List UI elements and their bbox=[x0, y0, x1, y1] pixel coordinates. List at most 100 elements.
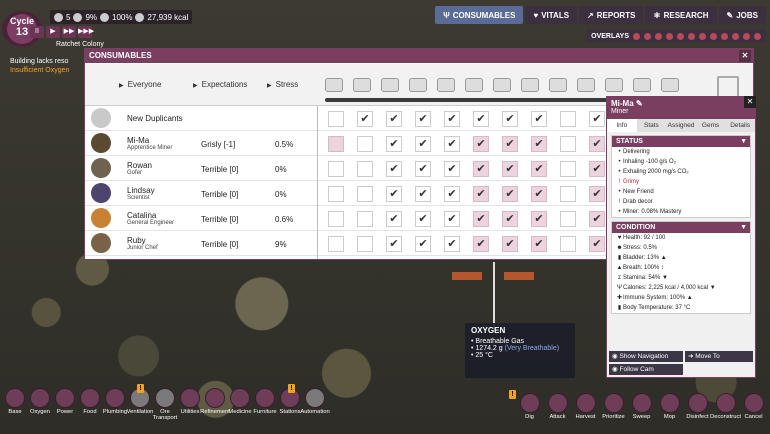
food-permission-checkbox[interactable]: ✔ bbox=[589, 211, 605, 227]
food-permission-checkbox[interactable]: ✔ bbox=[531, 186, 547, 202]
food-permission-checkbox[interactable] bbox=[357, 161, 373, 177]
close-icon[interactable]: ✕ bbox=[744, 96, 756, 108]
food-permission-checkbox[interactable]: ✔ bbox=[531, 111, 547, 127]
food-permission-checkbox[interactable] bbox=[357, 136, 373, 152]
condition-item[interactable]: ▮ Bladder: 13% ▲ bbox=[612, 253, 750, 263]
pepper-bread-icon[interactable] bbox=[493, 78, 511, 92]
food-permission-checkbox[interactable]: ✔ bbox=[444, 211, 460, 227]
tool-dig-button[interactable]: Dig bbox=[517, 393, 542, 420]
show-navigation-button[interactable]: ◉ Show Navigation bbox=[609, 351, 683, 362]
food-permission-checkbox[interactable]: ✔ bbox=[444, 161, 460, 177]
build-refinement-button[interactable]: Refinement bbox=[200, 388, 230, 421]
food-permission-checkbox[interactable]: ✔ bbox=[386, 186, 402, 202]
food-permission-checkbox[interactable]: ✔ bbox=[415, 236, 431, 252]
speed-2-button[interactable]: ▶▶ bbox=[62, 26, 76, 38]
build-automation-button[interactable]: Automation bbox=[300, 388, 330, 421]
food-permission-checkbox[interactable]: ✔ bbox=[589, 111, 605, 127]
resize-icon[interactable] bbox=[717, 76, 739, 98]
food-permission-checkbox[interactable]: ✔ bbox=[473, 236, 489, 252]
tool-sweep-button[interactable]: Sweep bbox=[629, 393, 654, 420]
food-permission-checkbox[interactable] bbox=[357, 186, 373, 202]
berry-icon[interactable] bbox=[409, 78, 427, 92]
condition-item[interactable]: ΨCalories: 2,225 kcal / 4,000 kcal ▼ bbox=[612, 283, 750, 293]
food-permission-checkbox[interactable]: ✔ bbox=[473, 186, 489, 202]
tab-info[interactable]: Info bbox=[607, 119, 637, 132]
food-permission-checkbox[interactable]: ✔ bbox=[386, 136, 402, 152]
build-ore-transport-button[interactable]: Ore Transport bbox=[153, 388, 177, 421]
food-permission-checkbox[interactable]: ✔ bbox=[386, 211, 402, 227]
food-permission-checkbox[interactable] bbox=[357, 236, 373, 252]
food-permission-checkbox[interactable] bbox=[560, 111, 576, 127]
food-permission-checkbox[interactable]: ✔ bbox=[502, 136, 518, 152]
liceloaf-icon[interactable] bbox=[465, 78, 483, 92]
food-permission-checkbox[interactable]: ✔ bbox=[531, 161, 547, 177]
condition-item[interactable]: ▮ Body Temperature: 37 °C bbox=[612, 303, 750, 313]
surf-turf-icon[interactable] bbox=[605, 78, 623, 92]
tool-harvest-button[interactable]: Harvest bbox=[573, 393, 598, 420]
tab-details[interactable]: Details bbox=[725, 119, 755, 132]
food-permission-checkbox[interactable] bbox=[560, 161, 576, 177]
food-permission-checkbox[interactable]: ✔ bbox=[502, 211, 518, 227]
stew-icon[interactable] bbox=[549, 78, 567, 92]
status-header[interactable]: STATUS ▼ bbox=[612, 136, 750, 147]
duplicant-name[interactable]: Ruby bbox=[127, 236, 146, 245]
condition-item[interactable]: z Stamina: 54% ▼ bbox=[612, 273, 750, 283]
frost-burger-icon[interactable] bbox=[633, 78, 651, 92]
food-permission-checkbox[interactable]: ✔ bbox=[415, 161, 431, 177]
food-permission-checkbox[interactable]: ✔ bbox=[531, 236, 547, 252]
food-permission-checkbox[interactable]: ✔ bbox=[473, 161, 489, 177]
tab-stats[interactable]: Stats bbox=[637, 119, 667, 132]
duplicant-name[interactable]: Mi-Ma bbox=[127, 136, 149, 145]
tab-gems[interactable]: Gems bbox=[696, 119, 726, 132]
food-permission-checkbox[interactable]: ✔ bbox=[386, 111, 402, 127]
collapse-icon[interactable]: ▼ bbox=[740, 222, 747, 233]
overlay-rooms-icon[interactable] bbox=[743, 32, 750, 40]
overlay-farming-icon[interactable] bbox=[732, 32, 739, 40]
food-permission-checkbox[interactable]: ✔ bbox=[502, 236, 518, 252]
food-permission-checkbox[interactable] bbox=[328, 111, 344, 127]
food-permission-checkbox[interactable]: ✔ bbox=[589, 236, 605, 252]
alert-item[interactable]: Insufficient Oxygen bbox=[10, 67, 69, 74]
nav-reports[interactable]: ↗ REPORTS bbox=[579, 6, 644, 24]
overlay-light-icon[interactable] bbox=[677, 32, 684, 40]
food-permission-checkbox[interactable]: ✔ bbox=[357, 111, 373, 127]
food-permission-checkbox[interactable] bbox=[328, 136, 344, 152]
overlay-priorities-icon[interactable] bbox=[754, 32, 761, 40]
build-oxygen-button[interactable]: Oxygen bbox=[29, 388, 51, 421]
food-permission-checkbox[interactable]: ✔ bbox=[444, 186, 460, 202]
condition-header[interactable]: CONDITION ▼ bbox=[612, 222, 750, 233]
food-permission-checkbox[interactable]: ✔ bbox=[444, 236, 460, 252]
alert-item[interactable]: Building lacks reso bbox=[10, 58, 69, 65]
food-permission-checkbox[interactable] bbox=[560, 186, 576, 202]
tool-deconstruct-button[interactable]: Deconstruct bbox=[710, 393, 741, 420]
nav-vitals[interactable]: ♥ VITALS bbox=[525, 6, 578, 24]
move-to-button[interactable]: ➜ Move To bbox=[685, 351, 753, 362]
build-food-button[interactable]: Food bbox=[79, 388, 101, 421]
food-permission-checkbox[interactable] bbox=[357, 211, 373, 227]
bar-icon[interactable] bbox=[437, 78, 455, 92]
tool-prioritize-button[interactable]: Prioritize bbox=[601, 393, 626, 420]
duplicant-name[interactable]: Rowan bbox=[127, 161, 152, 170]
duplicant-name[interactable]: Catalina bbox=[127, 211, 156, 220]
pause-button[interactable]: II bbox=[30, 26, 44, 38]
duplicant-name[interactable]: Lindsay bbox=[127, 186, 155, 195]
food-permission-checkbox[interactable] bbox=[328, 236, 344, 252]
spicy-tofu-icon[interactable] bbox=[577, 78, 595, 92]
build-base-button[interactable]: Base bbox=[4, 388, 26, 421]
food-permission-checkbox[interactable] bbox=[328, 161, 344, 177]
overlay-germs-icon[interactable] bbox=[721, 32, 728, 40]
build-plumbing-button[interactable]: Plumbing bbox=[103, 388, 127, 421]
food-permission-checkbox[interactable]: ✔ bbox=[386, 161, 402, 177]
food-permission-checkbox[interactable] bbox=[328, 211, 344, 227]
nav-consumables[interactable]: Ψ CONSUMABLES bbox=[435, 6, 524, 24]
tool-attack-button[interactable]: Attack bbox=[545, 393, 570, 420]
build-utilities-button[interactable]: Utilities bbox=[179, 388, 201, 421]
food-permission-checkbox[interactable]: ✔ bbox=[589, 161, 605, 177]
overlay-temperature-icon[interactable] bbox=[655, 32, 662, 40]
overlay-power-icon[interactable] bbox=[644, 32, 651, 40]
condition-item[interactable]: ▲Breath: 100% ↕ bbox=[612, 263, 750, 273]
food-permission-checkbox[interactable] bbox=[560, 136, 576, 152]
condition-item[interactable]: ☻Stress: 0.5% bbox=[612, 243, 750, 253]
tool-cancel-button[interactable]: Cancel bbox=[741, 393, 766, 420]
col-everyone[interactable]: ▶ Everyone bbox=[119, 80, 161, 89]
